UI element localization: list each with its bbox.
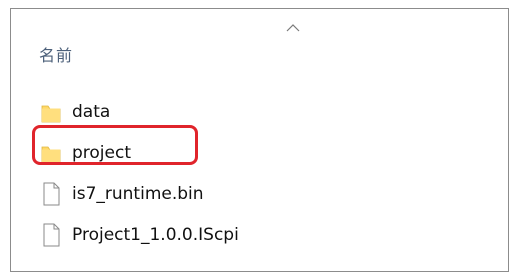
column-header-name[interactable]: 名前	[39, 42, 73, 66]
list-item-file-is7-runtime[interactable]: is7_runtime.bin	[41, 173, 481, 214]
file-list: data project is7_runtime.bin Project1_1.…	[41, 91, 481, 255]
file-icon	[43, 223, 60, 246]
file-icon	[43, 182, 60, 205]
file-name[interactable]: Project1_1.0.0.IScpi	[72, 225, 239, 245]
highlight-box	[32, 125, 198, 165]
list-item-file-project1[interactable]: Project1_1.0.0.IScpi	[41, 214, 481, 255]
file-name[interactable]: is7_runtime.bin	[72, 184, 204, 204]
chevron-up-icon[interactable]	[286, 23, 300, 33]
folder-icon	[41, 105, 61, 122]
file-name[interactable]: data	[72, 102, 110, 122]
file-explorer-panel: 名前 data project is7_runtime.bin Project1…	[10, 8, 509, 272]
